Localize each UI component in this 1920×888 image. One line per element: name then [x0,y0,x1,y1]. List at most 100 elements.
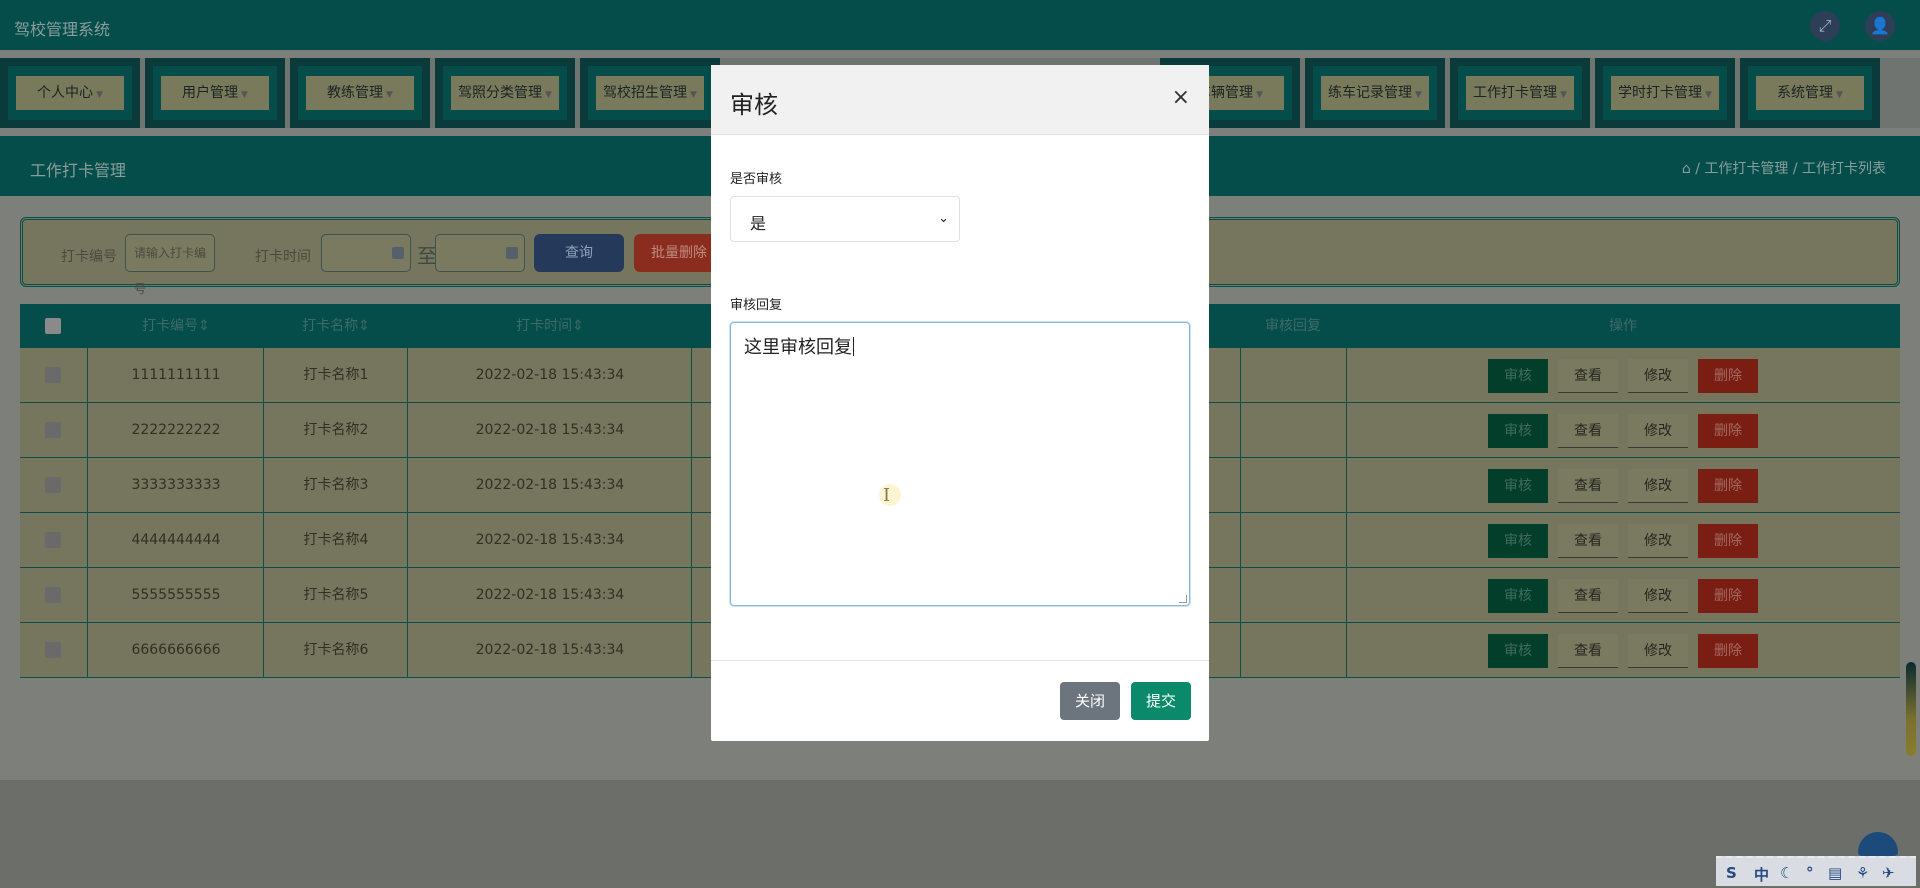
row-checkbox[interactable] [45,367,61,383]
chevron-down-icon: ⌄ [938,211,949,226]
edit-button[interactable]: 修改 [1628,359,1688,393]
end-date-input[interactable] [435,234,525,272]
ime-keyboard-icon[interactable]: ▤ [1828,864,1842,882]
cell-time: 2022-02-18 15:43:34 [475,367,625,383]
text-caret [853,337,854,356]
audit-status-select[interactable]: 是 ⌄ [730,196,960,242]
row-checkbox[interactable] [45,642,61,658]
nav-item-work-checkin[interactable]: 工作打卡管理 ▼ [1450,58,1590,128]
audit-button[interactable]: 审核 [1488,359,1548,393]
edit-button[interactable]: 修改 [1628,524,1688,558]
nav-item-label: 工作打卡管理 [1473,85,1558,101]
submit-button[interactable]: 提交 [1131,682,1191,720]
nav-item-user-management[interactable]: 用户管理 ▼ [145,58,285,128]
resize-handle[interactable] [1179,595,1187,603]
view-button[interactable]: 查看 [1558,524,1618,558]
top-bar: 驾校管理系统 ⤢ 👤 [0,0,1920,50]
row-checkbox[interactable] [45,587,61,603]
column-header-actions: 操作 [1609,318,1637,334]
column-header-id[interactable]: 打卡编号⇕ [88,304,264,348]
audit-button[interactable]: 审核 [1488,414,1548,448]
page-title: 工作打卡管理 [30,161,127,180]
cell-time: 2022-02-18 15:43:34 [475,532,625,548]
cell-id: 1111111111 [131,367,221,383]
close-button[interactable]: 关闭 [1060,682,1120,720]
ime-tools-icon[interactable]: ✈ [1882,864,1895,882]
audit-button[interactable]: 审核 [1488,634,1548,668]
audit-reply-label: 审核回复 [730,298,783,313]
nav-item-coach-management[interactable]: 教练管理 ▼ [290,58,430,128]
app-title: 驾校管理系统 [14,20,111,39]
row-checkbox[interactable] [45,477,61,493]
audit-status-value: 是 [750,214,767,233]
audit-status-label: 是否审核 [730,172,783,187]
nav-item-personal-center[interactable]: 个人中心 ▼ [0,58,140,128]
audit-button[interactable]: 审核 [1488,469,1548,503]
checkin-id-input[interactable]: 请输入打卡编号 [125,234,215,296]
row-checkbox[interactable] [45,532,61,548]
audit-button[interactable]: 审核 [1488,524,1548,558]
view-button[interactable]: 查看 [1558,579,1618,613]
nav-item-system-management[interactable]: 系统管理 ▼ [1740,58,1880,128]
checkin-time-label: 打卡时间 [255,249,311,265]
caret-down-icon: ▼ [386,90,393,100]
edit-button[interactable]: 修改 [1628,634,1688,668]
nav-item-enrollment[interactable]: 驾校招生管理 ▼ [580,58,720,128]
checkin-id-label: 打卡编号 [61,249,117,265]
audit-reply-textarea[interactable]: 这里审核回复 [730,322,1190,606]
breadcrumb-item: 工作打卡列表 [1802,161,1886,177]
edit-button[interactable]: 修改 [1628,469,1688,503]
cell-time: 2022-02-18 15:43:34 [475,642,625,658]
view-button[interactable]: 查看 [1558,359,1618,393]
query-button[interactable]: 查询 [534,234,624,272]
cell-time: 2022-02-18 15:43:34 [475,587,625,603]
nav-item-practice-records[interactable]: 练车记录管理 ▼ [1305,58,1445,128]
column-header-reply: 审核回复 [1265,318,1321,334]
home-icon[interactable]: ⌂ [1682,161,1691,177]
column-header-name[interactable]: 打卡名称⇕ [264,304,408,348]
range-to-text: 至 [417,244,437,268]
breadcrumb: ⌂ / 工作打卡管理 / 工作打卡列表 [1682,158,1886,178]
delete-button[interactable]: 删除 [1698,414,1758,448]
calendar-icon [392,247,404,259]
nav-item-label: 练车记录管理 [1328,85,1413,101]
caret-down-icon: ▼ [1836,90,1843,100]
caret-down-icon: ▼ [690,90,697,100]
nav-item-hours-checkin[interactable]: 学时打卡管理 ▼ [1595,58,1735,128]
breadcrumb-item[interactable]: 工作打卡管理 [1704,161,1788,177]
column-divider [1240,348,1241,678]
sort-icon: ⇕ [572,318,584,334]
select-all-checkbox[interactable] [45,318,61,334]
delete-button[interactable]: 删除 [1698,359,1758,393]
delete-button[interactable]: 删除 [1698,469,1758,503]
view-button[interactable]: 查看 [1558,634,1618,668]
nav-item-license-category[interactable]: 驾照分类管理 ▼ [435,58,575,128]
caret-down-icon: ▼ [545,90,552,100]
ime-chinese-mode[interactable]: 中 [1754,864,1769,885]
fullscreen-icon[interactable]: ⤢ [1810,11,1840,41]
ime-logo-icon[interactable]: S [1726,864,1737,882]
audit-button[interactable]: 审核 [1488,579,1548,613]
nav-item-label: 驾照分类管理 [458,85,543,101]
ime-toolbar: S 中 ☾ ° ▤ ⚘ ✈ [1716,856,1916,886]
view-button[interactable]: 查看 [1558,469,1618,503]
delete-button[interactable]: 删除 [1698,634,1758,668]
ime-punctuation-icon[interactable]: ° [1806,864,1814,882]
row-checkbox[interactable] [45,422,61,438]
cell-time: 2022-02-18 15:43:34 [475,422,625,438]
column-header-time[interactable]: 打卡时间⇕ [408,304,692,348]
edit-button[interactable]: 修改 [1628,414,1688,448]
edit-button[interactable]: 修改 [1628,579,1688,613]
cell-name: 打卡名称2 [303,422,369,438]
user-icon[interactable]: 👤 [1865,11,1895,41]
delete-button[interactable]: 删除 [1698,524,1758,558]
scrollbar-thumb[interactable] [1906,662,1916,756]
ime-moon-icon[interactable]: ☾ [1780,864,1793,882]
calendar-icon [506,247,518,259]
view-button[interactable]: 查看 [1558,414,1618,448]
delete-button[interactable]: 删除 [1698,579,1758,613]
start-date-input[interactable] [321,234,411,272]
ime-skin-icon[interactable]: ⚘ [1856,864,1869,882]
audit-modal: 审核 × 是否审核 是 ⌄ 审核回复 这里审核回复 关闭 提交 [711,65,1209,741]
close-icon[interactable]: × [1172,87,1190,109]
